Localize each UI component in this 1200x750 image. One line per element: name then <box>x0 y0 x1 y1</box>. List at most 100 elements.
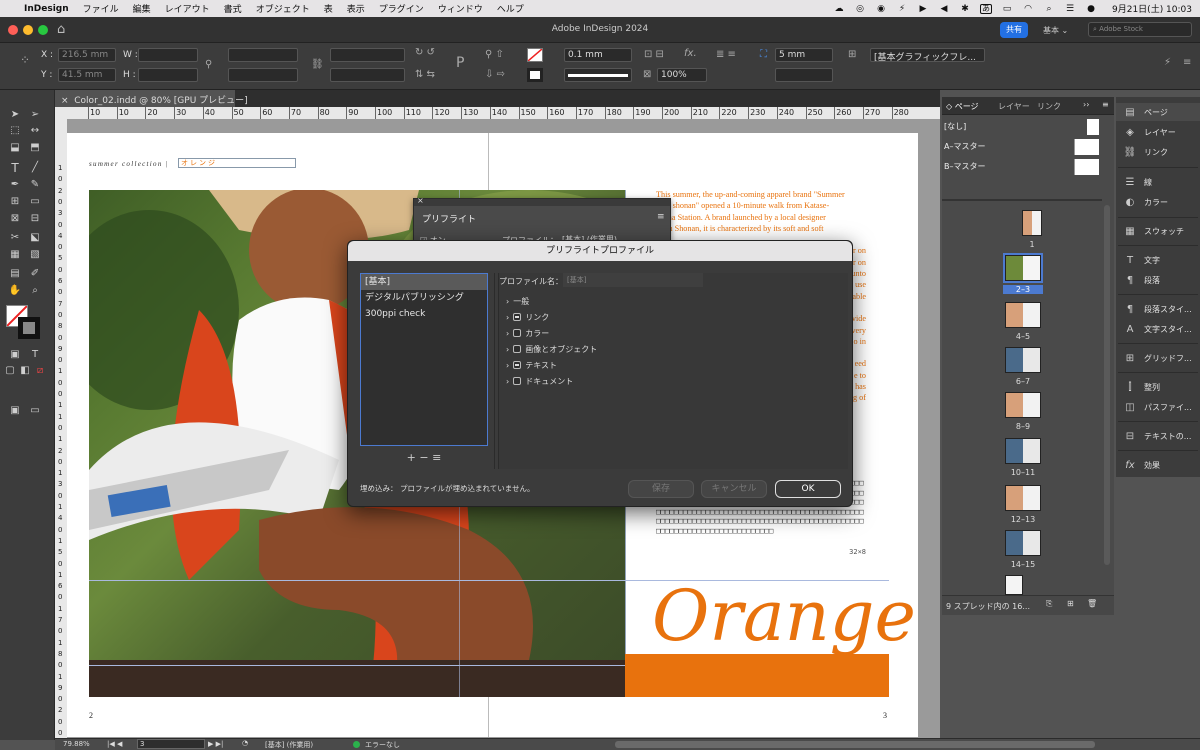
category-color[interactable]: › カラー <box>506 326 549 340</box>
scissors-tool-icon[interactable]: ✂ <box>8 231 22 245</box>
zoom-field[interactable]: 79.88% <box>63 740 90 748</box>
page-thumbnail[interactable] <box>1022 210 1042 236</box>
category-checkbox[interactable] <box>513 313 522 321</box>
screen-mode-icon[interactable]: ▣ <box>8 404 22 418</box>
free-transform-tool-icon[interactable]: ⬕ <box>28 231 42 245</box>
category-document[interactable]: › ドキュメント <box>506 374 573 388</box>
battery-icon[interactable]: ▭ <box>1001 4 1013 14</box>
apply-none-icon[interactable]: ⧄ <box>33 364 47 378</box>
object-style-select[interactable]: [基本グラフィックフレ... <box>870 48 985 62</box>
menu-file[interactable]: ファイル <box>83 2 119 15</box>
first-page-icon[interactable]: |◀ ◀ <box>107 740 122 748</box>
page-thumbnail[interactable] <box>1005 575 1023 595</box>
stroke-weight-field[interactable]: 0.1 mm <box>564 48 632 62</box>
page-field[interactable]: 3 <box>137 739 205 749</box>
menu-type[interactable]: 書式 <box>224 2 242 15</box>
hand-tool-icon[interactable]: ✋ <box>8 284 22 298</box>
tab-layers[interactable]: レイヤー <box>998 101 1030 112</box>
header-text[interactable]: summer collection | <box>89 160 169 168</box>
type-tool-icon[interactable]: T <box>8 161 22 175</box>
dock-paragraph[interactable]: ¶ 段落 <box>1116 271 1200 289</box>
formatting-container-icon[interactable]: ▣ <box>8 348 22 362</box>
menu-table[interactable]: 表 <box>324 2 333 15</box>
new-page-icon[interactable]: ⊞ <box>1067 599 1074 608</box>
direct-selection-tool-icon[interactable]: ➢ <box>28 108 42 122</box>
path-icon[interactable]: P <box>456 55 464 71</box>
search-icon[interactable]: ⌕ <box>1043 4 1055 14</box>
dock-effects[interactable]: fx 効果 <box>1116 456 1200 474</box>
flip-icon[interactable]: ⇅ ⇆ <box>415 69 435 80</box>
close-tab-icon[interactable]: × <box>61 96 74 106</box>
header-text-frame[interactable]: オレンジ <box>178 158 296 168</box>
sync-icon[interactable]: ◉ <box>875 4 887 14</box>
stroke-swatch-icon[interactable] <box>18 317 40 339</box>
category-general[interactable]: › 一般 <box>506 294 529 308</box>
gap-field[interactable]: 5 mm <box>775 48 833 62</box>
zoom-tool-icon[interactable]: ⌕ <box>28 284 42 298</box>
scale-y-field[interactable] <box>228 68 298 82</box>
x-field[interactable]: 216.5 mm <box>58 48 116 62</box>
corner-field[interactable] <box>775 68 833 82</box>
panel-menu-icon[interactable]: ≡ <box>657 212 665 222</box>
rectangle-frame-tool-icon[interactable]: ⊠ <box>8 212 22 226</box>
page-thumbnail[interactable] <box>1005 530 1041 556</box>
preflight-panel[interactable]: × プリフライト ≡ ☑ オン プロファイル： [基本] (作業用) <box>413 196 671 246</box>
tab-pages[interactable]: ◇ ページ <box>946 101 979 112</box>
profile-item[interactable]: 300ppi check <box>361 306 487 322</box>
share-button[interactable]: 共有 <box>1000 22 1028 38</box>
fx-icon[interactable]: fx. <box>684 48 697 59</box>
profile-list[interactable]: [基本] デジタルパブリッシング 300ppi check <box>360 273 488 446</box>
fill-swatch[interactable] <box>527 48 543 62</box>
dock-character-styles[interactable]: A 文字スタイ... <box>1116 320 1200 338</box>
gradient-feather-tool-icon[interactable]: ▧ <box>28 248 42 262</box>
page-thumbnail[interactable] <box>1005 302 1041 328</box>
tab-links[interactable]: リンク <box>1037 101 1061 112</box>
line-tool-icon[interactable]: ╱ <box>28 161 42 175</box>
wifi-icon[interactable]: ◠ <box>1022 4 1034 14</box>
menu-plugins[interactable]: プラグイン <box>379 2 424 15</box>
creative-cloud-icon[interactable]: ◎ <box>854 4 866 14</box>
chevron-right-icon[interactable]: › <box>506 329 509 338</box>
vpn-icon[interactable]: ⚡ <box>896 4 908 14</box>
apply-color-icon[interactable]: ▢ <box>3 364 17 378</box>
gap-tool-icon[interactable]: ↔ <box>28 124 42 138</box>
y-field[interactable]: 41.5 mm <box>58 68 116 82</box>
profile-item[interactable]: [基本] <box>361 274 487 290</box>
h-field[interactable] <box>138 68 198 82</box>
orange-headline[interactable]: Orange <box>652 575 916 657</box>
stroke-type-select[interactable] <box>564 68 632 82</box>
dock-pathfinder[interactable]: ◫ パスファイ... <box>1116 398 1200 416</box>
vertical-ruler[interactable]: 1 0 2 0 3 0 4 0 5 0 6 0 7 0 8 0 9 0 1 0 0 1 1 0 1 2 0 1 3 0 1 4 0 1 5 0 1 6 0 1… <box>55 119 67 738</box>
rectangle-tool-icon[interactable]: ▭ <box>28 195 42 209</box>
bluetooth-icon[interactable]: ✱ <box>959 4 971 14</box>
align-icon[interactable]: ≣ ≡ <box>716 49 736 60</box>
eyedropper-tool-icon[interactable]: ✐ <box>28 267 42 281</box>
opacity-icon[interactable]: ⊠ <box>643 69 651 80</box>
page-thumbnail[interactable] <box>1005 347 1041 373</box>
profile-name-field[interactable]: [基本] <box>563 273 703 287</box>
volume-icon[interactable]: ◀ <box>938 4 950 14</box>
document-tab[interactable]: × Color_02.indd @ 80% [GPU プレビュー] <box>55 90 248 107</box>
dock-color[interactable]: ◐ カラー <box>1116 193 1200 211</box>
edit-page-size-icon[interactable]: ⎘ <box>1046 599 1052 609</box>
master-none[interactable]: [なし] <box>944 119 1102 135</box>
select-container-icon[interactable]: ⚲ ⇧ <box>485 49 504 60</box>
w-field[interactable] <box>138 48 198 62</box>
rotate-icon[interactable]: ↻ ↺ <box>415 47 435 58</box>
select-content-icon[interactable]: ⇩ ⇨ <box>485 69 505 80</box>
category-checkbox[interactable] <box>513 377 522 385</box>
panel-collapse-icon[interactable]: ›› <box>1083 100 1089 109</box>
selection-tool-icon[interactable]: ➤ <box>8 108 22 122</box>
chevron-right-icon[interactable]: › <box>506 313 509 322</box>
master-b[interactable]: B–マスター <box>944 159 1102 177</box>
lightning-icon[interactable]: ⚡ <box>1164 57 1171 68</box>
save-button[interactable]: 保存 <box>628 480 694 498</box>
text-wrap-icon[interactable]: ⛶ <box>760 49 767 60</box>
opacity-field[interactable]: 100% <box>657 68 707 82</box>
input-method-icon[interactable]: あ <box>980 3 992 14</box>
dock-stroke[interactable]: ☰ 線 <box>1116 173 1200 191</box>
dock-links[interactable]: ⛓ リンク <box>1116 143 1200 161</box>
dock-align[interactable]: ⫿ 整列 <box>1116 378 1200 396</box>
orange-band[interactable] <box>625 654 889 697</box>
content-placer-icon[interactable]: ⬒ <box>28 141 42 155</box>
